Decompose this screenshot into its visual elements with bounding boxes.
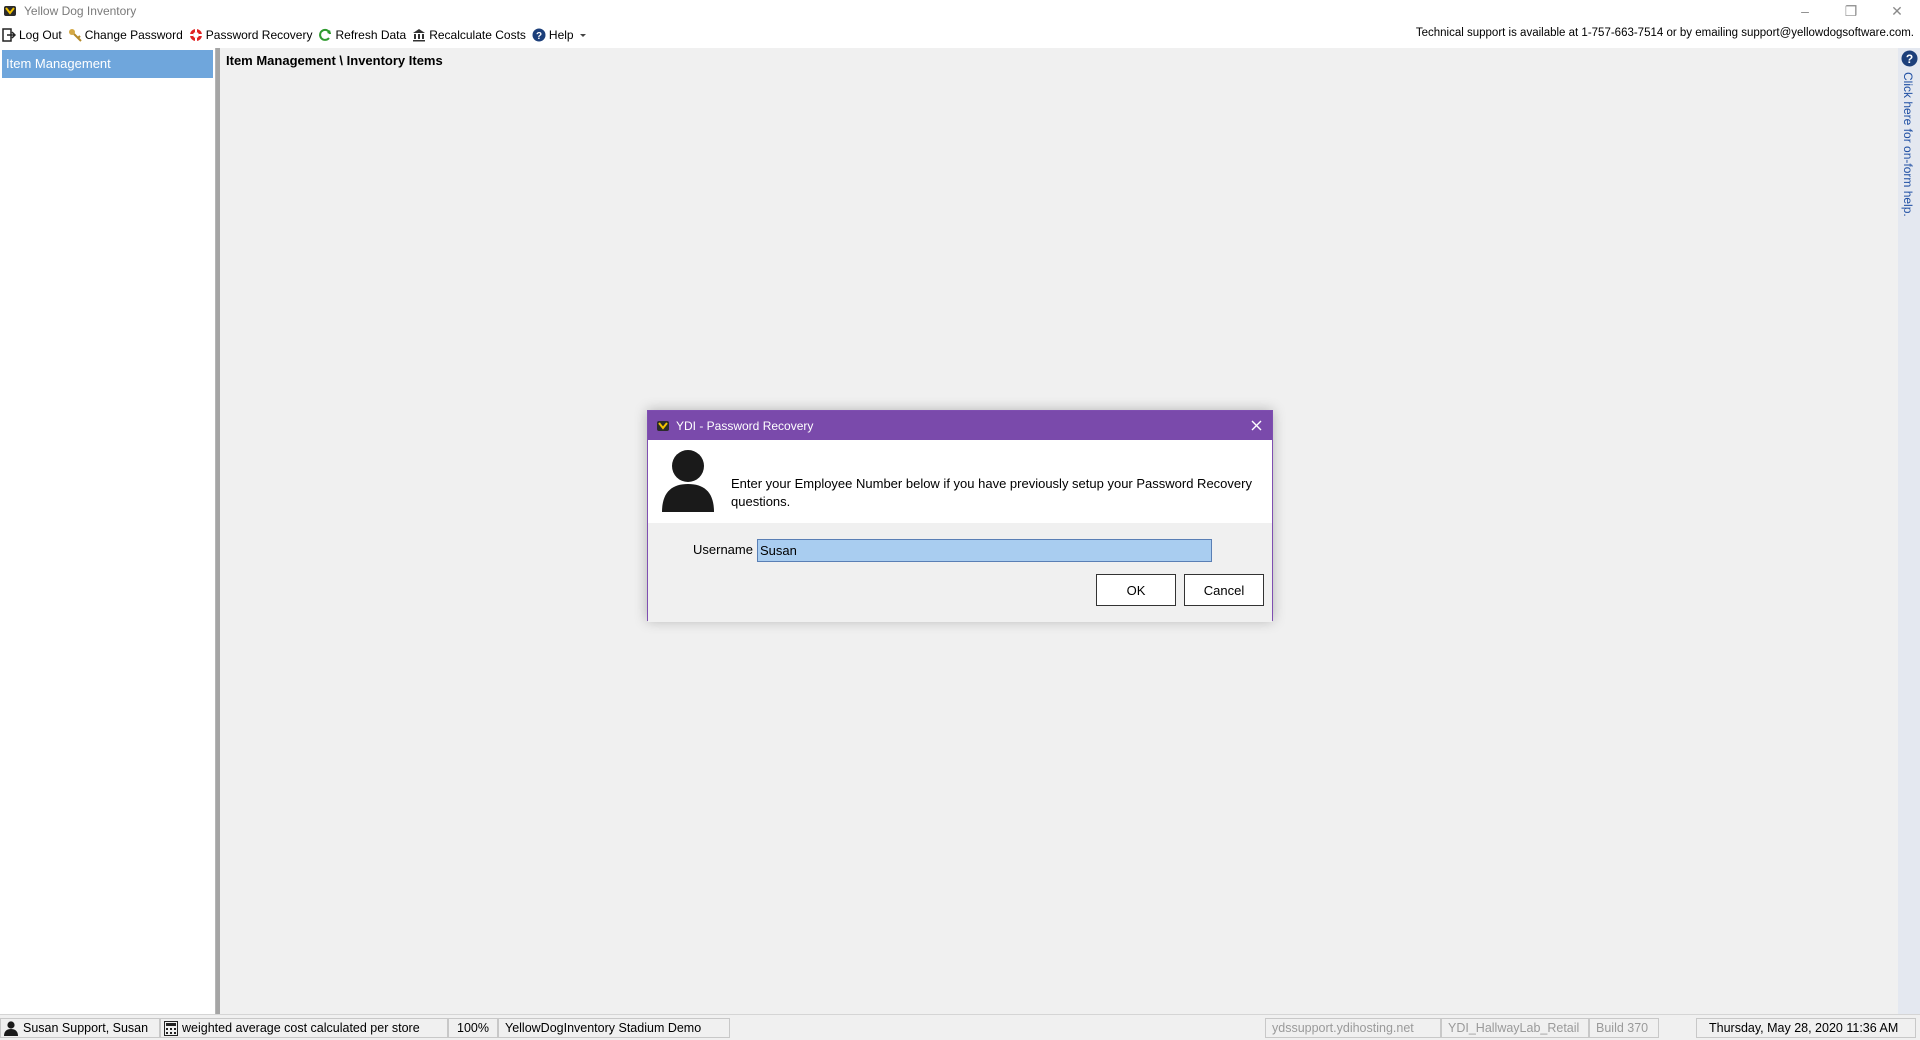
status-zoom: 100% [448,1018,498,1038]
calculator-icon [164,1020,178,1036]
window-controls: – ❐ ✕ [1782,0,1920,22]
chevron-down-icon [579,34,586,37]
help-label: Help [548,28,574,42]
dialog-form-area: Username OK Cancel [648,523,1272,622]
breadcrumb: Item Management \ Inventory Items [226,53,443,68]
bank-icon [413,29,426,42]
window-titlebar: Yellow Dog Inventory – ❐ ✕ [0,0,1920,22]
close-window-button[interactable]: ✕ [1874,0,1920,22]
refresh-data-button[interactable]: Refresh Data [316,24,410,46]
change-password-label: Change Password [84,28,183,42]
status-server: ydssupport.ydihosting.net [1265,1018,1441,1038]
main-toolbar: Log Out Change Password Password Recover… [0,22,1920,48]
help-menu-button[interactable]: ? Help [530,24,595,46]
status-database: YellowDogInventory Stadium Demo [498,1018,730,1038]
status-cost-method: weighted average cost calculated per sto… [160,1018,448,1038]
status-user: Susan Support, Susan [0,1018,160,1038]
help-icon: ? [532,28,546,42]
user-icon [4,1020,18,1036]
refresh-data-label: Refresh Data [335,28,407,42]
sidebar: Item Management [0,48,216,1014]
on-form-help-strip[interactable]: ? Click here for on-form help. [1898,48,1920,1014]
support-info-text: Technical support is available at 1-757-… [1415,27,1914,39]
close-icon [1251,420,1261,430]
logout-button[interactable]: Log Out [0,24,66,46]
recalculate-costs-label: Recalculate Costs [429,28,526,42]
password-recovery-dialog: YDI - Password Recovery Enter your Emplo… [647,410,1273,622]
dialog-titlebar: YDI - Password Recovery [648,411,1272,440]
recalculate-costs-button[interactable]: Recalculate Costs [410,24,530,46]
key-icon [68,29,82,42]
change-password-button[interactable]: Change Password [66,24,187,46]
sidebar-item-item-management[interactable]: Item Management [2,50,213,78]
username-input[interactable] [757,539,1212,562]
dialog-title: YDI - Password Recovery [676,418,814,433]
status-bar: Susan Support, Susan weighted average co… [0,1014,1920,1040]
username-label: Username [693,542,753,557]
dialog-close-button[interactable] [1246,415,1266,435]
svg-text:?: ? [1906,52,1913,66]
yellow-dog-logo-icon [4,6,16,16]
lifebuoy-icon [189,29,202,41]
sidebar-splitter[interactable] [216,48,220,1014]
password-recovery-label: Password Recovery [205,28,313,42]
help-icon: ? [1901,50,1918,67]
password-recovery-button[interactable]: Password Recovery [187,24,317,46]
status-build: Build 370 [1589,1018,1659,1038]
logout-icon [2,28,16,42]
dialog-body: Enter your Employee Number below if you … [648,440,1272,622]
window-title: Yellow Dog Inventory [24,4,137,18]
status-datetime: Thursday, May 28, 2020 11:36 AM [1696,1018,1916,1038]
status-cost-method-text: weighted average cost calculated per sto… [182,1021,420,1035]
user-silhouette-icon [662,450,714,512]
ok-button[interactable]: OK [1096,574,1176,606]
dialog-message: Enter your Employee Number below if you … [731,476,1252,509]
status-user-name: Susan Support, Susan [23,1021,149,1035]
svg-text:?: ? [536,31,542,42]
status-location: YDI_HallwayLab_Retail [1441,1018,1589,1038]
minimize-button[interactable]: – [1782,0,1828,22]
on-form-help-link[interactable]: Click here for on-form help. [1901,72,1915,217]
refresh-icon [319,28,332,41]
logout-label: Log Out [19,28,62,42]
cancel-button[interactable]: Cancel [1184,574,1264,606]
yellow-dog-logo-icon [657,420,669,431]
restore-button[interactable]: ❐ [1828,0,1874,22]
